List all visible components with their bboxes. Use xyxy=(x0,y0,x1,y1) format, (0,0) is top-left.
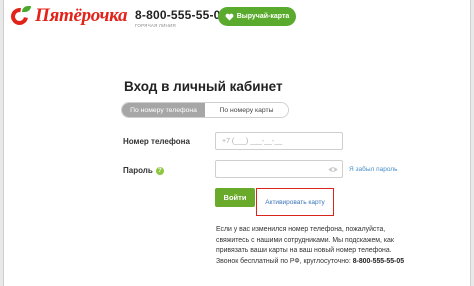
page-title: Вход в личный кабинет xyxy=(124,79,283,94)
hotline-number[interactable]: 8-800-555-55-05 xyxy=(135,8,227,22)
login-button[interactable]: Войти xyxy=(215,188,255,207)
hotline-block: 8-800-555-55-05 горячая линия xyxy=(135,8,227,28)
forgot-password-link[interactable]: Я забыл пароль xyxy=(349,166,398,173)
info-hotline-number[interactable]: 8-800-555-55-05 xyxy=(353,258,404,265)
page-frame: Пятёрочка 8-800-555-55-05 горячая линия … xyxy=(3,0,471,286)
tab-by-card[interactable]: По номеру карты xyxy=(205,103,288,117)
heart-icon xyxy=(225,13,234,21)
password-input[interactable] xyxy=(215,160,343,178)
hotline-prefix: Звонок бесплатный по РФ, круглосуточно: xyxy=(216,257,351,265)
phone-label: Номер телефона xyxy=(123,137,190,146)
loyalty-card-button[interactable]: Выручай-карта xyxy=(218,7,296,26)
eye-icon[interactable] xyxy=(328,166,338,173)
password-label-row: Пароль? xyxy=(123,166,164,175)
hotline-note: Звонок бесплатный по РФ, круглосуточно: … xyxy=(216,257,416,268)
info-line: Если у вас изменился номер телефона, пож… xyxy=(216,226,386,233)
logo[interactable]: Пятёрочка xyxy=(7,4,128,28)
activate-card-highlight: Активировать карту xyxy=(256,188,334,216)
loyalty-card-label: Выручай-карта xyxy=(236,13,290,20)
logo-text: Пятёрочка xyxy=(35,5,128,26)
site-header: Пятёрочка 8-800-555-55-05 горячая линия … xyxy=(4,0,470,36)
logo-icon xyxy=(7,4,32,28)
hotline-caption: горячая линия xyxy=(135,23,176,28)
password-label: Пароль xyxy=(123,166,153,175)
info-text: Если у вас изменился номер телефона, пож… xyxy=(216,225,416,267)
tab-by-phone[interactable]: По номеру телефона xyxy=(122,103,205,117)
info-line: привязать ваши карты на ваш новый номер … xyxy=(216,247,392,255)
login-method-tabs: По номеру телефона По номеру карты xyxy=(121,102,289,118)
phone-input[interactable]: +7 (___) ___-__-__ xyxy=(215,132,343,150)
phone-placeholder: +7 (___) ___-__-__ xyxy=(222,137,283,145)
help-icon[interactable]: ? xyxy=(155,166,164,175)
activate-card-link[interactable]: Активировать карту xyxy=(265,199,325,206)
info-line: свяжитесь с нашими сотрудниками. Мы подс… xyxy=(216,236,394,244)
